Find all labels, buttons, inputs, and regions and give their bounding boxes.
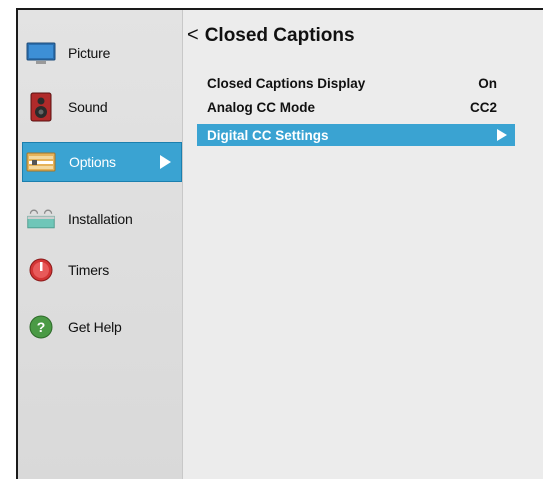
- sidebar-item-label: Timers: [68, 262, 110, 278]
- chevron-right-icon: [497, 129, 507, 141]
- menu-row-label: Digital CC Settings: [207, 127, 329, 143]
- sidebar-item-timers[interactable]: Timers: [18, 250, 182, 290]
- page-title-text: Closed Captions: [204, 24, 355, 46]
- menu-row-closed-captions-display[interactable]: Closed Captions Display On: [197, 72, 515, 94]
- sidebar-item-sound[interactable]: Sound: [18, 87, 182, 127]
- sidebar: Picture Sound Options Installation Timer…: [18, 10, 183, 479]
- menu-row-value: CC2: [469, 99, 497, 115]
- sidebar-item-label: Get Help: [68, 319, 122, 335]
- sidebar-item-picture[interactable]: Picture: [18, 33, 182, 73]
- sidebar-item-label: Installation: [68, 211, 133, 227]
- menu-row-value: On: [478, 75, 497, 91]
- timer-icon: [26, 255, 56, 285]
- monitor-icon: [26, 38, 56, 68]
- tv-menu-frame: Picture Sound Options Installation Timer…: [16, 8, 543, 479]
- sidebar-item-options[interactable]: Options: [22, 142, 182, 182]
- sidebar-item-get-help[interactable]: ? Get Help: [18, 307, 182, 347]
- help-icon: ?: [26, 312, 56, 342]
- menu-row-analog-cc-mode[interactable]: Analog CC Mode CC2: [197, 96, 515, 118]
- speaker-icon: [26, 92, 56, 122]
- main-panel: < Closed Captions Closed Captions Displa…: [183, 10, 543, 479]
- back-button[interactable]: <: [187, 24, 199, 47]
- sidebar-item-label: Picture: [68, 45, 111, 61]
- sidebar-item-label: Options: [69, 154, 116, 170]
- menu-row-label: Analog CC Mode: [207, 99, 315, 115]
- sidebar-item-label: Sound: [68, 99, 108, 115]
- options-icon: [26, 147, 56, 177]
- sidebar-item-installation[interactable]: Installation: [18, 199, 182, 239]
- page-title: < Closed Captions: [187, 24, 355, 47]
- menu-row-digital-cc-settings[interactable]: Digital CC Settings: [197, 124, 515, 146]
- installation-icon: [26, 204, 56, 234]
- svg-text:?: ?: [37, 319, 46, 335]
- menu-row-label: Closed Captions Display: [207, 75, 366, 91]
- chevron-right-icon: [160, 155, 171, 169]
